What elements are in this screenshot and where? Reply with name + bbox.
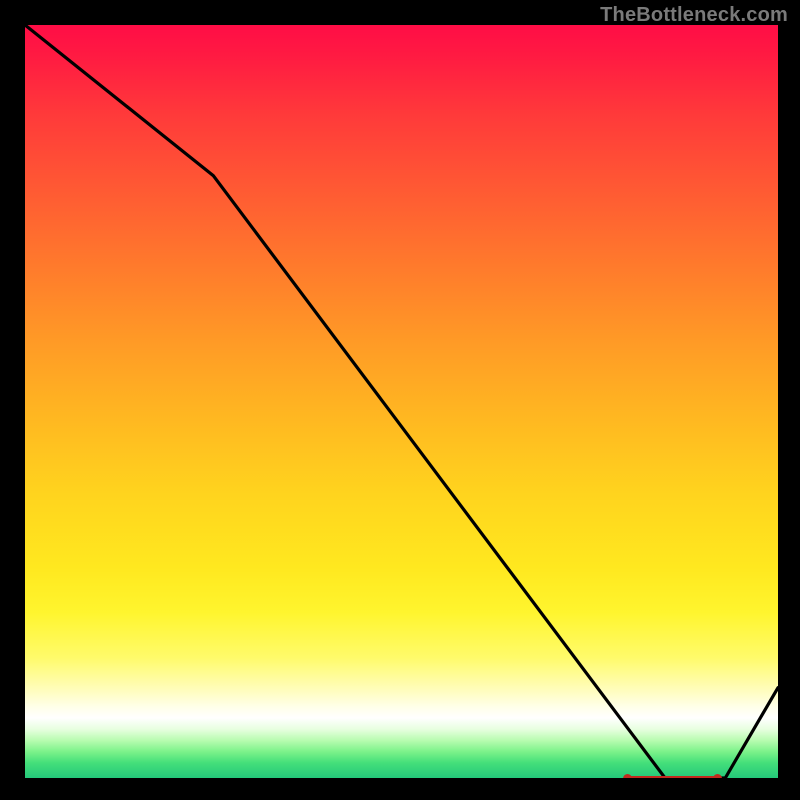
plot-area	[25, 25, 778, 778]
marker-bar	[627, 776, 717, 779]
optimal-range-markers	[25, 25, 778, 778]
watermark-text: TheBottleneck.com	[600, 4, 788, 27]
chart-canvas: TheBottleneck.com	[0, 0, 800, 800]
marker-end	[713, 774, 722, 779]
